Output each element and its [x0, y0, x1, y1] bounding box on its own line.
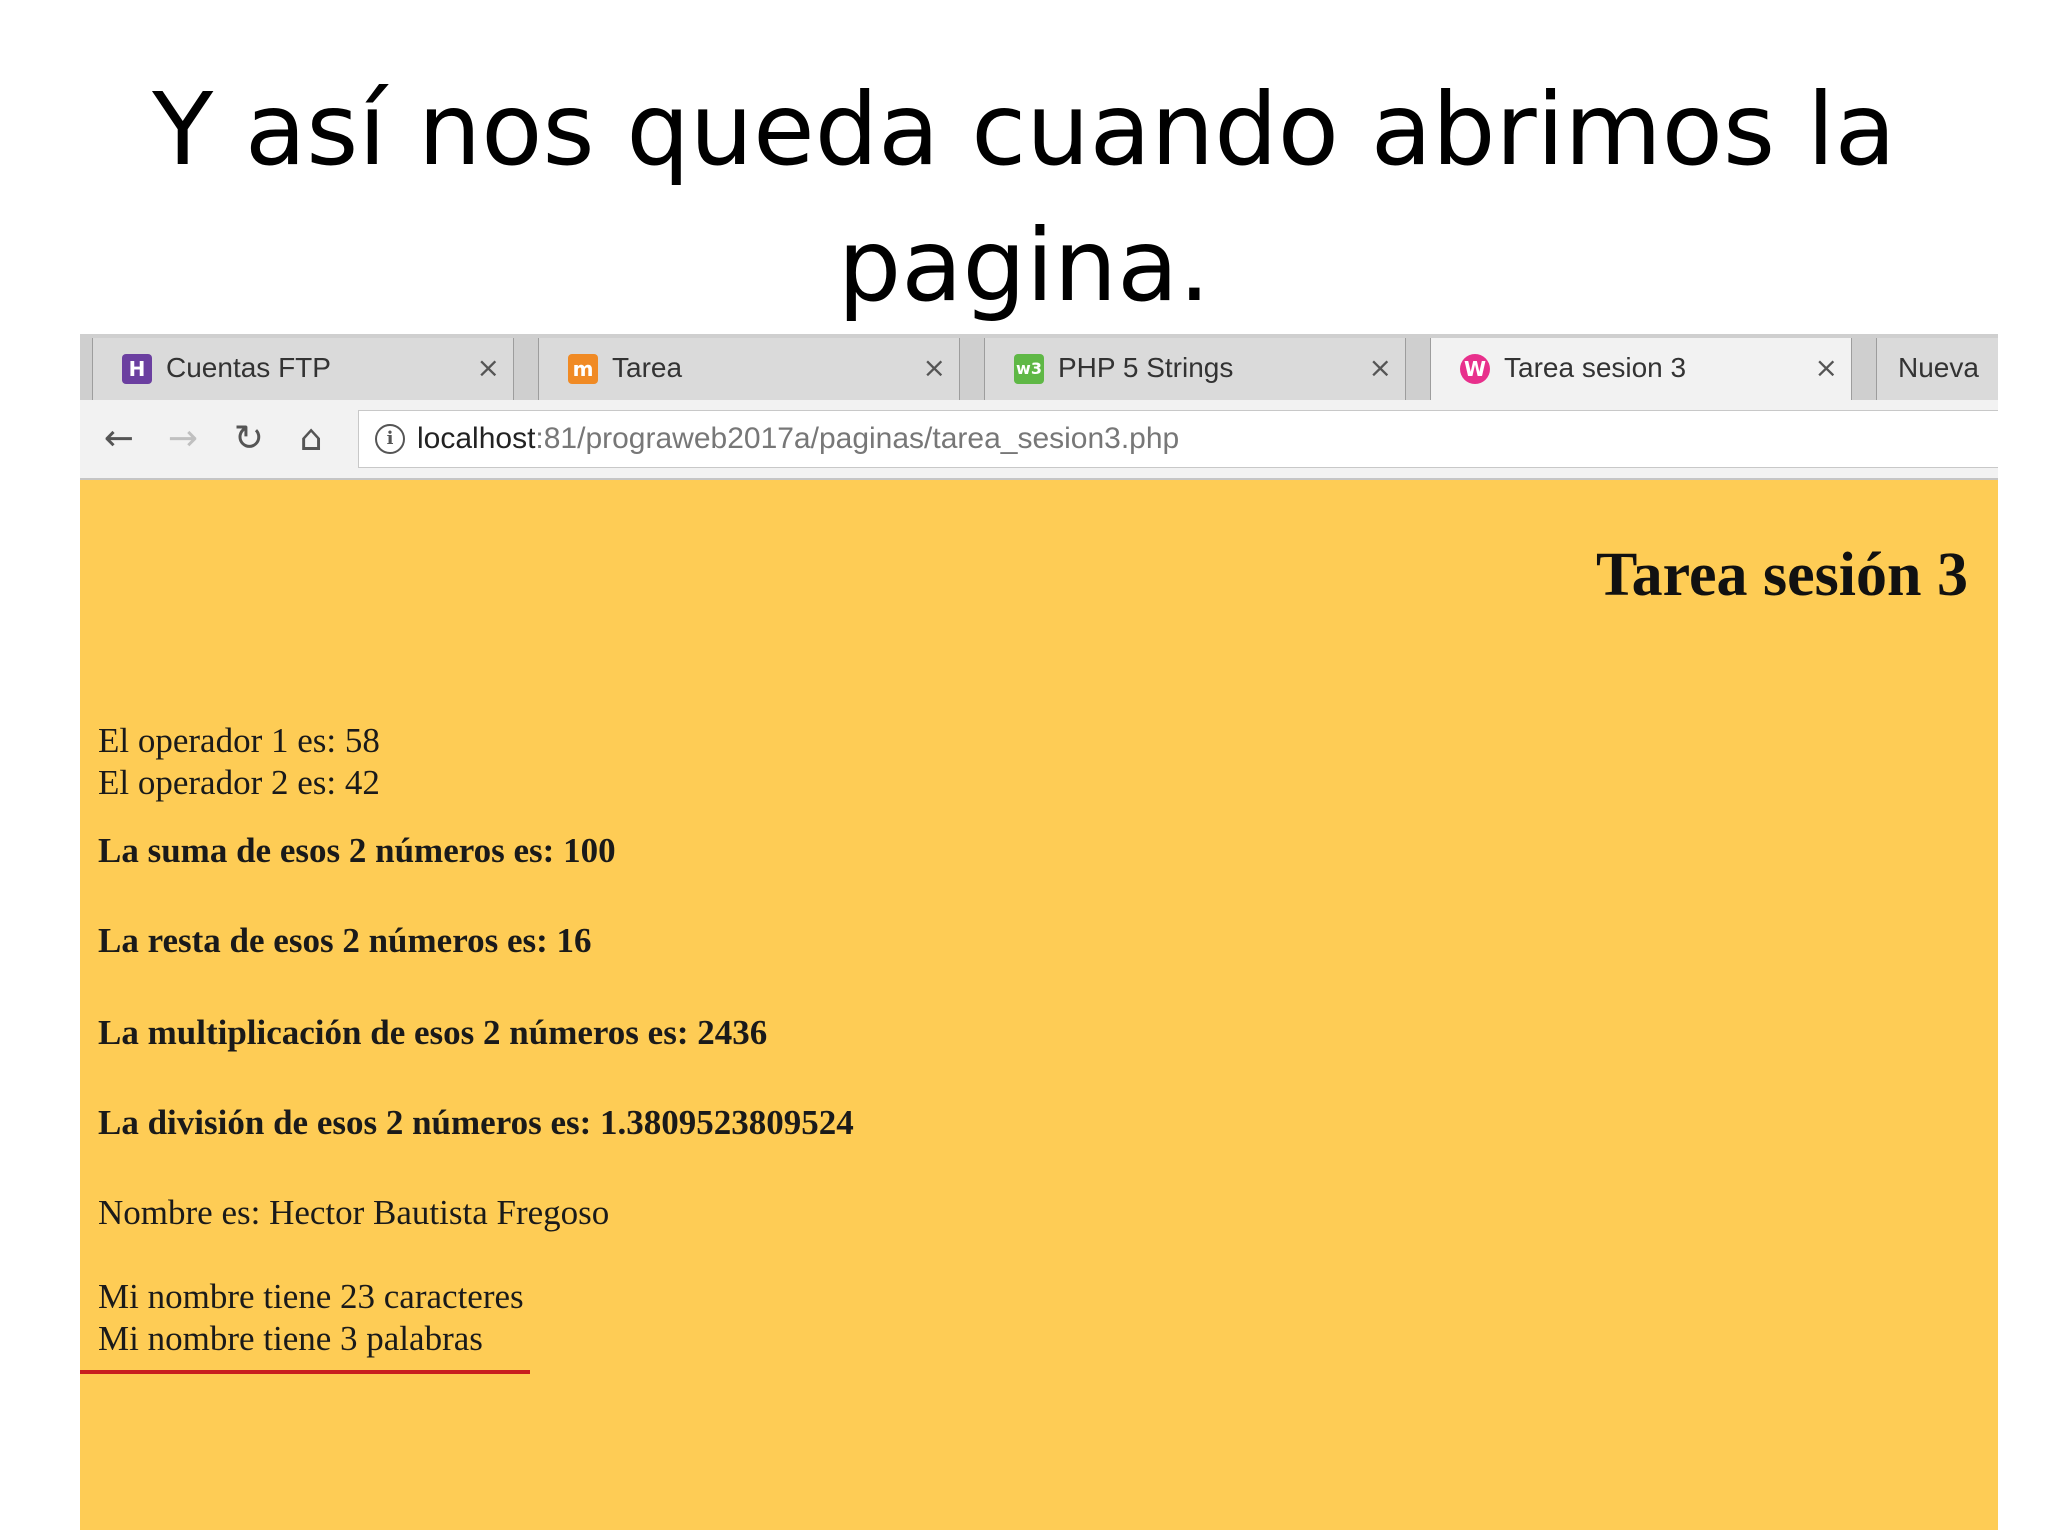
page-content: Tarea sesión 3 El operador 1 es: 58 El o…: [80, 480, 1998, 1530]
division-result: La división de esos 2 números es: 1.3809…: [98, 1103, 854, 1142]
tab-label: Nueva: [1898, 352, 1979, 383]
word-count-text: Mi nombre tiene 3 palabras: [98, 1319, 483, 1358]
hostinger-icon: H: [122, 354, 152, 384]
close-icon[interactable]: ×: [477, 348, 500, 388]
tab-php-strings[interactable]: w3 PHP 5 Strings ×: [972, 334, 1418, 400]
tab-label: Tarea sesion 3: [1504, 352, 1687, 383]
wampserver-icon: W: [1460, 354, 1490, 384]
tab-label: Cuentas FTP: [166, 352, 331, 383]
slide-title: Y así nos queda cuando abrimos la pagina…: [152, 71, 1896, 324]
url-text: localhost:81/prograweb2017a/paginas/tare…: [417, 419, 1179, 459]
reload-icon[interactable]: ↻: [224, 414, 274, 464]
address-toolbar: ← → ↻ ⌂ i localhost:81/prograweb2017a/pa…: [80, 400, 1998, 480]
operator-1-text: El operador 1 es: 58: [98, 721, 380, 760]
tab-tarea[interactable]: m Tarea ×: [526, 334, 972, 400]
forward-arrow-icon[interactable]: →: [158, 414, 208, 464]
char-count-text: Mi nombre tiene 23 caracteres: [98, 1277, 524, 1316]
red-underline-annotation: [80, 1370, 530, 1374]
home-icon[interactable]: ⌂: [286, 414, 336, 464]
url-host: localhost: [417, 422, 536, 455]
tab-strip: H Cuentas FTP × m Tarea × w3 PHP 5 Strin…: [80, 334, 1998, 401]
browser-screenshot: H Cuentas FTP × m Tarea × w3 PHP 5 Strin…: [80, 334, 1998, 1530]
subtraction-result: La resta de esos 2 números es: 16: [98, 921, 592, 960]
tab-nueva[interactable]: Nueva: [1864, 334, 1998, 400]
close-icon[interactable]: ×: [923, 348, 946, 388]
tab-tarea-sesion-3[interactable]: W Tarea sesion 3 ×: [1418, 334, 1864, 400]
info-icon[interactable]: i: [375, 424, 405, 454]
url-path: :81/prograweb2017a/paginas/tarea_sesion3…: [535, 422, 1180, 455]
operator-2-text: El operador 2 es: 42: [98, 763, 380, 802]
tab-label: PHP 5 Strings: [1058, 352, 1234, 383]
close-icon[interactable]: ×: [1369, 348, 1392, 388]
multiplication-result: La multiplicación de esos 2 números es: …: [98, 1013, 768, 1052]
page-heading: Tarea sesión 3: [1595, 541, 1968, 609]
close-icon[interactable]: ×: [1815, 348, 1838, 388]
address-bar[interactable]: i localhost:81/prograweb2017a/paginas/ta…: [358, 410, 1998, 468]
moodle-icon: m: [568, 354, 598, 384]
sum-result: La suma de esos 2 números es: 100: [98, 831, 616, 870]
tab-cuentas-ftp[interactable]: H Cuentas FTP ×: [80, 334, 526, 400]
back-arrow-icon[interactable]: ←: [94, 414, 144, 464]
name-text: Nombre es: Hector Bautista Fregoso: [98, 1193, 610, 1232]
w3schools-icon: w3: [1014, 354, 1044, 384]
tab-label: Tarea: [612, 352, 683, 383]
